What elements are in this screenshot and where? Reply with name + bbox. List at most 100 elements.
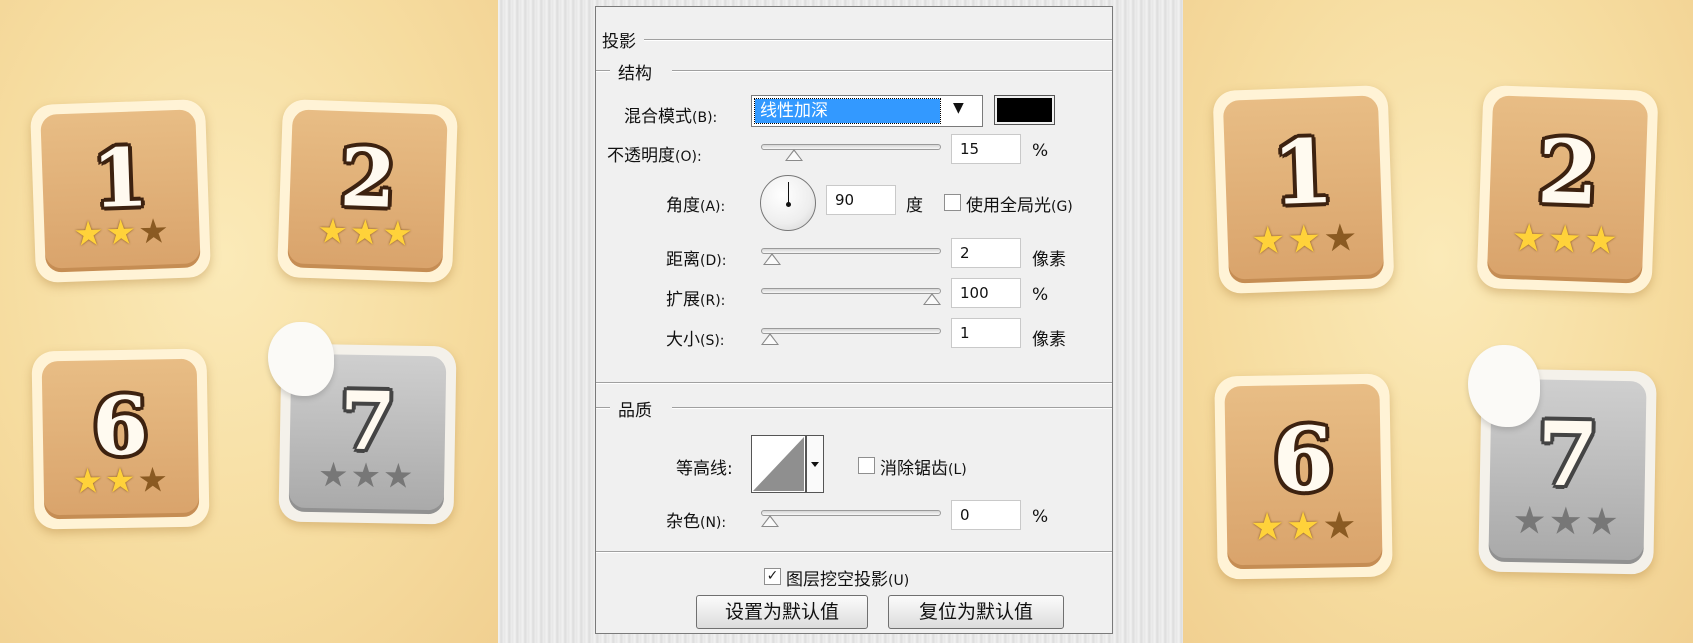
distance-slider[interactable] bbox=[761, 248, 941, 254]
noise-label-text: 杂色 bbox=[666, 512, 700, 532]
star-icon: ★ bbox=[1285, 503, 1323, 549]
divider bbox=[596, 407, 610, 408]
opacity-slider-thumb[interactable] bbox=[785, 149, 804, 161]
star-icon: ★ bbox=[1286, 216, 1325, 262]
distance-shortcut: (D): bbox=[700, 253, 727, 269]
angle-dial[interactable] bbox=[760, 175, 816, 231]
knockout-label: 图层挖空投影(U) bbox=[786, 565, 909, 590]
angle-input[interactable]: 90 bbox=[826, 185, 896, 215]
star-icon: ★ bbox=[350, 455, 384, 496]
distance-label-text: 距离 bbox=[666, 250, 700, 270]
section-title-quality: 品质 bbox=[618, 401, 652, 421]
star-icon: ★ bbox=[317, 454, 351, 496]
level-tile-2: 2 ★★★ bbox=[276, 99, 459, 283]
star-icon: ★ bbox=[1583, 217, 1621, 263]
opacity-unit: % bbox=[1032, 141, 1049, 161]
star-icon: ★ bbox=[137, 210, 172, 253]
spread-shortcut: (R): bbox=[700, 293, 726, 309]
angle-shortcut: (A): bbox=[700, 199, 726, 215]
size-input[interactable]: 1 bbox=[951, 318, 1021, 348]
spread-input[interactable]: 100 bbox=[951, 278, 1021, 308]
angle-label: 角度(A): bbox=[666, 191, 725, 216]
spread-slider[interactable] bbox=[761, 288, 941, 294]
star-icon: ★ bbox=[104, 460, 138, 501]
spread-label: 扩展(R): bbox=[666, 285, 725, 310]
divider bbox=[596, 382, 1112, 383]
level-tile-1: 1 ★★★ bbox=[29, 99, 212, 283]
opacity-label: 不透明度(O): bbox=[607, 141, 702, 166]
level-tile-6: 6 ★★★ bbox=[31, 348, 210, 530]
preview-after: 1 ★★★ 2 ★★★ 6 ★★★ 7 ★★★ bbox=[1183, 0, 1693, 643]
star-icon: ★ bbox=[1510, 214, 1549, 261]
star-icon: ★ bbox=[349, 212, 383, 254]
star-icon: ★ bbox=[137, 459, 171, 501]
chevron-down-icon: ▼ bbox=[953, 100, 964, 116]
noise-slider-thumb[interactable] bbox=[761, 515, 779, 527]
angle-label-text: 角度 bbox=[666, 196, 700, 216]
size-slider[interactable] bbox=[761, 328, 941, 334]
shadow-color-swatch[interactable] bbox=[994, 95, 1055, 125]
contour-picker[interactable] bbox=[751, 435, 824, 493]
global-light-label-text: 使用全局光 bbox=[966, 196, 1051, 216]
preview-before: 1 ★★★ 2 ★★★ 6 ★★★ 7 ★★★ bbox=[0, 0, 498, 643]
spread-label-text: 扩展 bbox=[666, 290, 700, 310]
noise-input[interactable]: 0 bbox=[951, 500, 1021, 530]
blend-mode-label-text: 混合模式 bbox=[624, 107, 692, 127]
global-light-checkbox[interactable] bbox=[944, 194, 961, 211]
make-default-button[interactable]: 设置为默认值 bbox=[696, 595, 868, 629]
global-light-shortcut: (G) bbox=[1051, 199, 1073, 215]
knockout-label-text: 图层挖空投影 bbox=[786, 570, 888, 590]
global-light-label: 使用全局光(G) bbox=[966, 191, 1073, 216]
lock-blob-decoration bbox=[1468, 345, 1540, 427]
blend-mode-select[interactable]: 线性加深 ▼ bbox=[751, 95, 983, 127]
star-icon: ★ bbox=[1546, 216, 1585, 262]
size-label: 大小(S): bbox=[666, 325, 725, 350]
star-icon: ★ bbox=[382, 455, 416, 497]
noise-label: 杂色(N): bbox=[666, 507, 726, 532]
star-icon: ★ bbox=[72, 213, 107, 255]
distance-slider-thumb[interactable] bbox=[762, 253, 781, 265]
spread-unit: % bbox=[1032, 285, 1049, 305]
section-title-shadow: 投影 bbox=[602, 32, 636, 52]
size-slider-thumb[interactable] bbox=[761, 333, 779, 345]
lock-blob-decoration bbox=[268, 322, 334, 396]
star-icon: ★ bbox=[72, 460, 106, 502]
blend-mode-value: 线性加深 bbox=[754, 98, 941, 124]
anti-alias-label: 消除锯齿(L) bbox=[880, 454, 967, 479]
angle-dial-needle bbox=[788, 182, 789, 204]
distance-input[interactable]: 2 bbox=[951, 238, 1021, 268]
opacity-shortcut: (O): bbox=[675, 149, 702, 165]
star-icon: ★ bbox=[1584, 499, 1622, 544]
divider bbox=[672, 70, 1112, 71]
star-icon: ★ bbox=[1322, 214, 1361, 261]
anti-alias-checkbox[interactable] bbox=[858, 457, 875, 474]
opacity-label-text: 不透明度 bbox=[607, 146, 675, 166]
anti-alias-shortcut: (L) bbox=[948, 462, 967, 478]
contour-preview-icon bbox=[751, 435, 824, 493]
size-label-text: 大小 bbox=[666, 330, 700, 350]
shadow-color-fill bbox=[997, 98, 1052, 122]
section-title-structure: 结构 bbox=[618, 64, 652, 84]
noise-slider[interactable] bbox=[761, 510, 941, 516]
knockout-checkbox[interactable]: ✓ bbox=[764, 568, 781, 585]
star-icon: ★ bbox=[1249, 504, 1287, 549]
anti-alias-label-text: 消除锯齿 bbox=[880, 459, 948, 479]
star-icon: ★ bbox=[1322, 502, 1359, 548]
angle-dial-center bbox=[786, 202, 791, 207]
noise-shortcut: (N): bbox=[700, 515, 727, 531]
divider bbox=[596, 70, 610, 71]
angle-unit: 度 bbox=[906, 196, 923, 216]
spread-slider-thumb[interactable] bbox=[923, 293, 941, 305]
opacity-input[interactable]: 15 bbox=[951, 134, 1021, 164]
level-tile-2: 2 ★★★ bbox=[1476, 85, 1659, 294]
star-icon: ★ bbox=[1250, 217, 1288, 263]
star-icon: ★ bbox=[381, 213, 416, 255]
reset-default-button[interactable]: 复位为默认值 bbox=[888, 595, 1064, 629]
star-icon: ★ bbox=[1512, 497, 1549, 543]
level-number: 6 bbox=[1271, 406, 1335, 512]
blend-mode-label: 混合模式(B): bbox=[624, 102, 717, 127]
divider bbox=[596, 551, 1112, 552]
contour-label: 等高线: bbox=[676, 459, 733, 479]
star-icon: ★ bbox=[105, 212, 139, 254]
divider bbox=[672, 407, 1112, 408]
